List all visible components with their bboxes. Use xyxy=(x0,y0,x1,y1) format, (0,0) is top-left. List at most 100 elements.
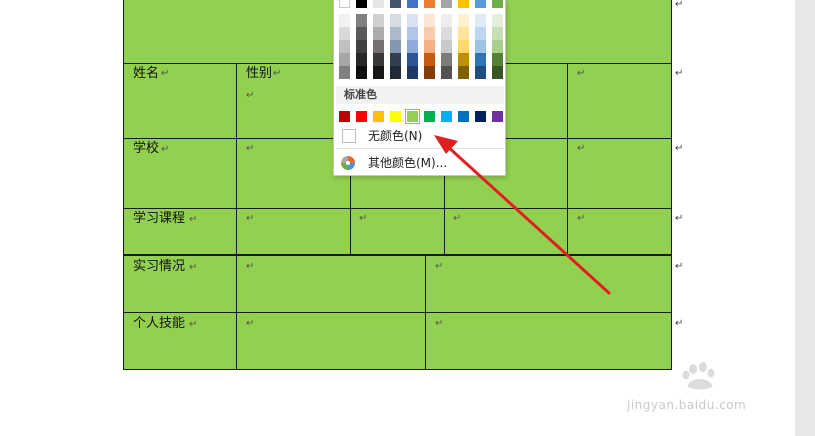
theme-color-swatch[interactable] xyxy=(441,27,452,40)
theme-color-swatch[interactable] xyxy=(492,40,503,53)
standard-color-swatch[interactable] xyxy=(373,111,384,122)
row-label-courses: 学习课程 xyxy=(133,211,186,226)
table-border xyxy=(350,170,351,255)
theme-color-swatch[interactable] xyxy=(492,14,503,27)
baidu-jingyan-watermark xyxy=(682,362,715,390)
theme-color-swatch[interactable] xyxy=(356,14,367,27)
table-border xyxy=(123,369,672,370)
row-label-name: 姓名 xyxy=(133,66,160,81)
theme-color-swatch[interactable] xyxy=(424,14,435,27)
theme-color-swatch[interactable] xyxy=(441,40,452,53)
theme-color-swatch[interactable] xyxy=(458,66,469,79)
theme-color-swatch[interactable] xyxy=(441,66,452,79)
theme-color-swatch[interactable] xyxy=(475,27,486,40)
no-color-menu-item[interactable]: 无颜色(N) xyxy=(336,125,504,147)
theme-color-swatch[interactable] xyxy=(407,27,418,40)
more-colors-menu-item[interactable]: 其他颜色(M)... xyxy=(336,152,504,174)
theme-color-swatch[interactable] xyxy=(339,40,350,53)
paragraph-mark: ↵ xyxy=(273,68,282,79)
standard-color-swatch[interactable] xyxy=(390,111,401,122)
theme-color-swatch[interactable] xyxy=(492,53,503,66)
paragraph-mark: ↵ xyxy=(189,262,198,273)
theme-color-swatch[interactable] xyxy=(424,66,435,79)
theme-color-swatch[interactable] xyxy=(475,40,486,53)
theme-color-swatch[interactable] xyxy=(390,27,401,40)
row-label-school: 学校 xyxy=(133,141,160,156)
color-palette-icon xyxy=(341,156,355,170)
table-border xyxy=(425,255,426,370)
paragraph-mark: ↵ xyxy=(246,213,255,224)
theme-color-swatch[interactable] xyxy=(373,40,384,53)
paragraph-mark: ↵ xyxy=(246,90,255,101)
theme-color-swatch[interactable] xyxy=(373,53,384,66)
standard-color-swatch[interactable] xyxy=(356,111,367,122)
no-color-label: 无颜色(N) xyxy=(368,129,423,143)
theme-color-swatch[interactable] xyxy=(475,0,486,8)
theme-color-swatch[interactable] xyxy=(424,40,435,53)
row-end-mark: ↵ xyxy=(675,261,684,272)
standard-color-swatch[interactable] xyxy=(458,111,469,122)
standard-color-swatch[interactable] xyxy=(475,111,486,122)
table-cell[interactable] xyxy=(123,313,671,370)
theme-color-swatch[interactable] xyxy=(373,66,384,79)
theme-color-swatch[interactable] xyxy=(339,53,350,66)
standard-color-swatch[interactable] xyxy=(424,111,435,122)
theme-color-swatch[interactable] xyxy=(458,14,469,27)
color-picker-dropdown: 标准色 无颜色(N) 其他颜色(M)... xyxy=(333,0,506,176)
theme-color-swatch[interactable] xyxy=(373,14,384,27)
theme-color-swatch[interactable] xyxy=(339,0,350,8)
theme-color-swatch[interactable] xyxy=(390,0,401,8)
row-end-mark: ↵ xyxy=(675,143,684,154)
paragraph-mark: ↵ xyxy=(246,261,255,272)
standard-color-swatch[interactable] xyxy=(492,111,503,122)
theme-color-swatch[interactable] xyxy=(458,0,469,8)
more-colors-label: 其他颜色(M)... xyxy=(368,156,448,170)
paragraph-mark: ↵ xyxy=(161,144,170,155)
theme-color-swatch[interactable] xyxy=(424,27,435,40)
theme-color-swatch[interactable] xyxy=(356,27,367,40)
theme-color-swatch[interactable] xyxy=(339,66,350,79)
theme-color-swatch[interactable] xyxy=(492,27,503,40)
table-border xyxy=(236,63,237,370)
standard-color-swatch[interactable] xyxy=(405,109,420,124)
standard-color-swatch[interactable] xyxy=(339,111,350,122)
theme-color-swatch[interactable] xyxy=(407,53,418,66)
row-end-mark: ↵ xyxy=(675,318,684,329)
theme-color-swatch[interactable] xyxy=(492,0,503,8)
theme-color-swatch[interactable] xyxy=(407,14,418,27)
theme-color-swatch[interactable] xyxy=(390,53,401,66)
theme-color-swatch[interactable] xyxy=(373,0,384,8)
theme-color-swatch[interactable] xyxy=(390,14,401,27)
theme-color-swatch[interactable] xyxy=(424,53,435,66)
theme-color-swatch[interactable] xyxy=(475,14,486,27)
theme-color-swatch[interactable] xyxy=(475,66,486,79)
paragraph-mark: ↵ xyxy=(435,318,444,329)
theme-color-swatch[interactable] xyxy=(407,0,418,8)
theme-color-swatch[interactable] xyxy=(458,40,469,53)
theme-color-swatch[interactable] xyxy=(475,53,486,66)
theme-color-swatch[interactable] xyxy=(458,27,469,40)
theme-color-swatch[interactable] xyxy=(492,66,503,79)
theme-color-swatch[interactable] xyxy=(373,27,384,40)
menu-separator xyxy=(336,148,504,149)
table-cell[interactable] xyxy=(123,256,671,313)
theme-color-swatch[interactable] xyxy=(407,66,418,79)
theme-color-swatch[interactable] xyxy=(424,0,435,8)
table-cell[interactable] xyxy=(123,209,671,256)
theme-color-swatch[interactable] xyxy=(356,53,367,66)
theme-color-swatch[interactable] xyxy=(390,66,401,79)
theme-color-swatch[interactable] xyxy=(339,27,350,40)
theme-color-swatch[interactable] xyxy=(458,53,469,66)
theme-color-swatch[interactable] xyxy=(407,40,418,53)
page-margin-gap xyxy=(795,0,815,436)
theme-color-swatch[interactable] xyxy=(356,66,367,79)
theme-color-swatch[interactable] xyxy=(339,14,350,27)
theme-color-swatch[interactable] xyxy=(441,14,452,27)
theme-color-swatch[interactable] xyxy=(356,40,367,53)
standard-color-swatch[interactable] xyxy=(441,111,452,122)
theme-color-swatch[interactable] xyxy=(356,0,367,8)
theme-color-swatch[interactable] xyxy=(390,40,401,53)
paragraph-mark: ↵ xyxy=(577,68,586,79)
theme-color-swatch[interactable] xyxy=(441,0,452,8)
theme-color-swatch[interactable] xyxy=(441,53,452,66)
